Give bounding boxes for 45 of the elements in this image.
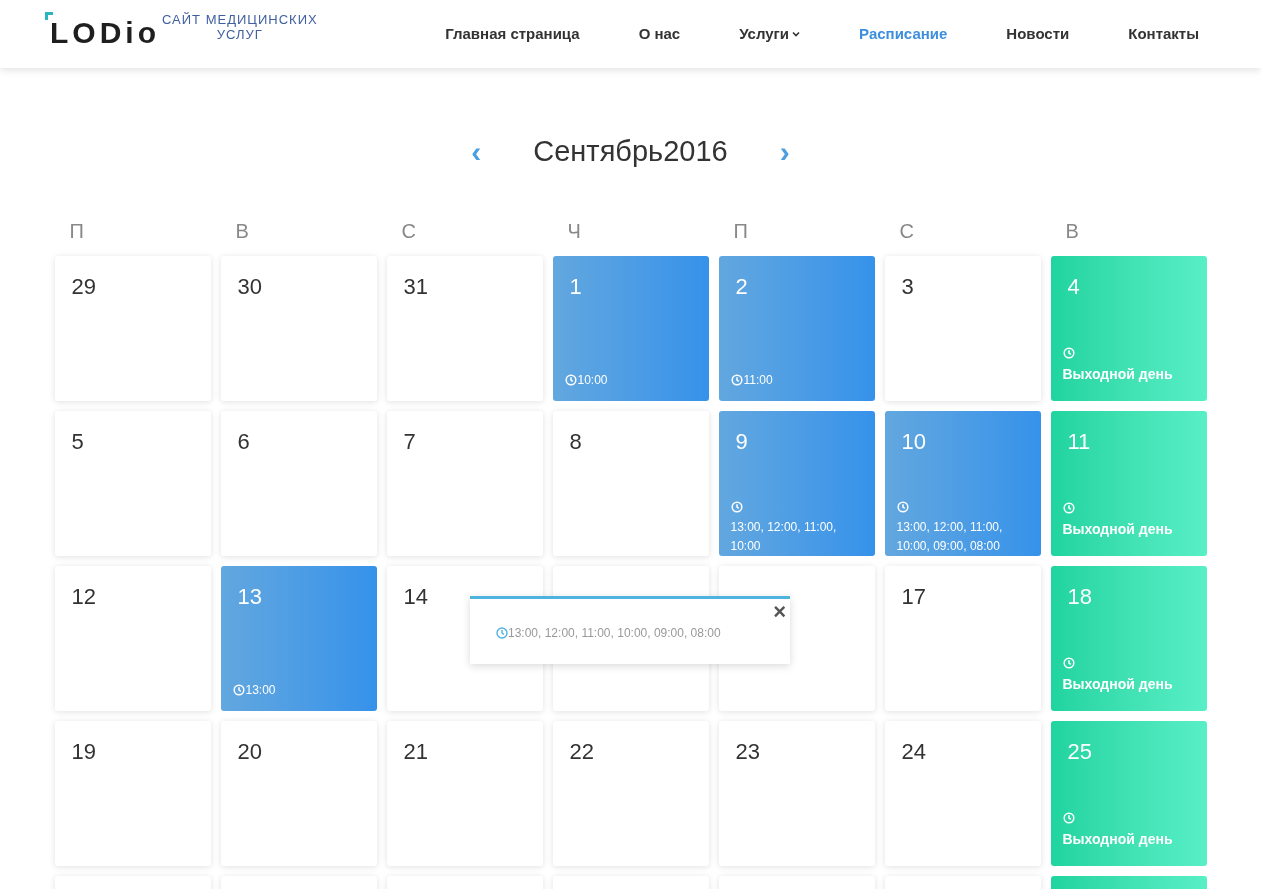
day-number: 22 (569, 738, 595, 765)
appointment-times: 13:00 (245, 681, 276, 699)
appointment-times: 10:00 (577, 371, 608, 389)
day-number: 25 (1067, 738, 1093, 765)
appointment-times: 13:00, 12:00, 11:00, 10:00, 09:00, 08:00 (896, 518, 1004, 555)
day-number: 23 (735, 738, 761, 765)
logo-tagline: УСЛУГ (216, 27, 263, 42)
day-number: 3 (901, 273, 915, 300)
day-number: 11 (1067, 428, 1092, 455)
weekday-label: В (1064, 218, 1080, 244)
day-number: 12 (71, 583, 97, 610)
day-number: 8 (569, 428, 583, 455)
day-number: 9 (735, 428, 749, 455)
day-number: 20 (237, 738, 263, 765)
appointment-times: 13:00, 12:00, 11:00, 10:00 (730, 518, 838, 555)
weekday-label: С (400, 218, 417, 244)
day-number: 21 (403, 738, 429, 765)
day-number: 30 (237, 273, 263, 300)
day-number: 6 (237, 428, 251, 455)
day-off-label: Выходной день (1062, 364, 1174, 384)
weekday-label: П (732, 218, 749, 244)
day-number: 7 (403, 428, 417, 455)
day-number: 18 (1067, 583, 1093, 610)
day-number: 10 (901, 428, 927, 455)
day-number: 29 (71, 273, 97, 300)
weekday-label: Ч (566, 218, 582, 244)
day-number: 1 (569, 273, 583, 300)
day-off-label: Выходной день (1062, 829, 1174, 849)
day-number: 14 (403, 583, 429, 610)
day-number: 31 (403, 273, 429, 300)
day-number: 5 (71, 428, 85, 455)
day-number: 2 (735, 273, 749, 300)
day-number: 17 (901, 583, 927, 610)
appointment-times: 11:00 (743, 371, 773, 389)
logo-tagline: САЙТ МЕДИЦИНСКИХ (162, 12, 318, 27)
day-off-label: Выходной день (1062, 519, 1174, 539)
day-number: 19 (71, 738, 97, 765)
weekday-label: П (68, 218, 85, 244)
day-number: 4 (1067, 273, 1081, 300)
weekday-label: С (898, 218, 915, 244)
day-number: 24 (901, 738, 927, 765)
month-title: Сентябрь2016 (533, 134, 728, 169)
weekday-label: В (234, 218, 250, 244)
day-off-label: Выходной день (1062, 674, 1174, 694)
day-number: 13 (237, 583, 263, 610)
